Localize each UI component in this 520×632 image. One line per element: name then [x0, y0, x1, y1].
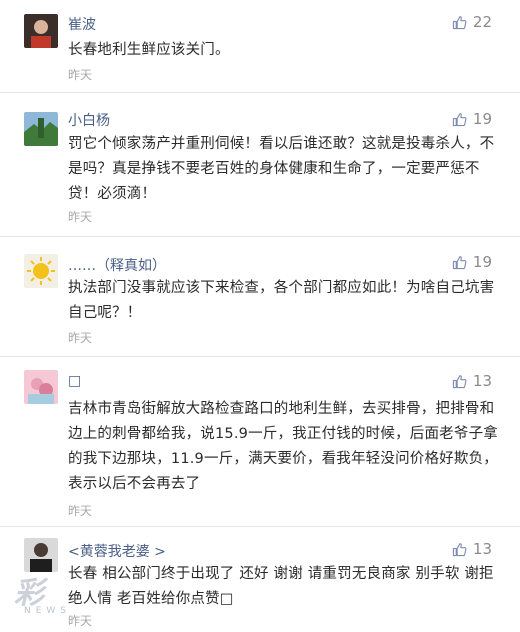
divider	[0, 236, 520, 237]
watermark-logo: 彩 NEWS	[10, 568, 72, 626]
like-button[interactable]: 19	[452, 110, 492, 128]
like-button[interactable]: 19	[452, 253, 492, 271]
comment-username[interactable]: <黄蓉我老婆 >	[68, 541, 166, 561]
comment-time: 昨天	[68, 210, 93, 224]
like-count: 13	[472, 372, 492, 390]
avatar[interactable]	[24, 112, 58, 146]
watermark-glyph: 彩	[14, 576, 44, 611]
like-count: 19	[472, 253, 492, 271]
comment-username[interactable]: 崔波	[68, 14, 96, 34]
avatar[interactable]	[24, 254, 58, 288]
avatar[interactable]	[24, 370, 58, 404]
comment-text: 长春 相公部门终于出现了 还好 谢谢 请重罚无良商家 别手软 谢拒绝人情 老百姓…	[68, 566, 494, 607]
comment-time: 昨天	[68, 331, 93, 345]
comment-username[interactable]: 小白杨	[68, 110, 110, 130]
comment-time: 昨天	[68, 614, 93, 628]
divider	[0, 92, 520, 93]
thumbs-up-icon	[452, 15, 467, 30]
like-count: 19	[472, 110, 492, 128]
thumbs-up-icon	[452, 374, 467, 389]
comment-text: 长春地利生鲜应该关门。	[68, 42, 230, 58]
like-count: 22	[472, 13, 492, 31]
comment-text: 罚它个倾家荡产并重刑伺候！看以后谁还敢？这就是投毒杀人，不是吗？真是挣钱不要老百…	[68, 136, 495, 202]
like-button[interactable]: 13	[452, 540, 492, 558]
watermark-sub: NEWS	[24, 606, 72, 616]
comment-time: 昨天	[68, 68, 93, 82]
divider	[0, 526, 520, 527]
divider	[0, 356, 520, 357]
comment-time: 昨天	[68, 504, 93, 518]
thumbs-up-icon	[452, 542, 467, 557]
avatar[interactable]	[24, 538, 58, 572]
like-button[interactable]: 22	[452, 13, 492, 31]
avatar[interactable]	[24, 14, 58, 48]
comment-username[interactable]: □	[68, 373, 81, 389]
thumbs-up-icon	[452, 112, 467, 127]
like-count: 13	[472, 540, 492, 558]
like-button[interactable]: 13	[452, 372, 492, 390]
comment-text: 吉林市青岛街解放大路检查路口的地利生鲜，去买排骨，把排骨和边上的刺骨都给我，说1…	[68, 401, 498, 492]
comment-text: 执法部门没事就应该下来检查，各个部门都应如此！为啥自己坑害自己呢？！	[68, 280, 495, 321]
comment-username[interactable]: ……（释真如）	[68, 255, 166, 275]
thumbs-up-icon	[452, 255, 467, 270]
